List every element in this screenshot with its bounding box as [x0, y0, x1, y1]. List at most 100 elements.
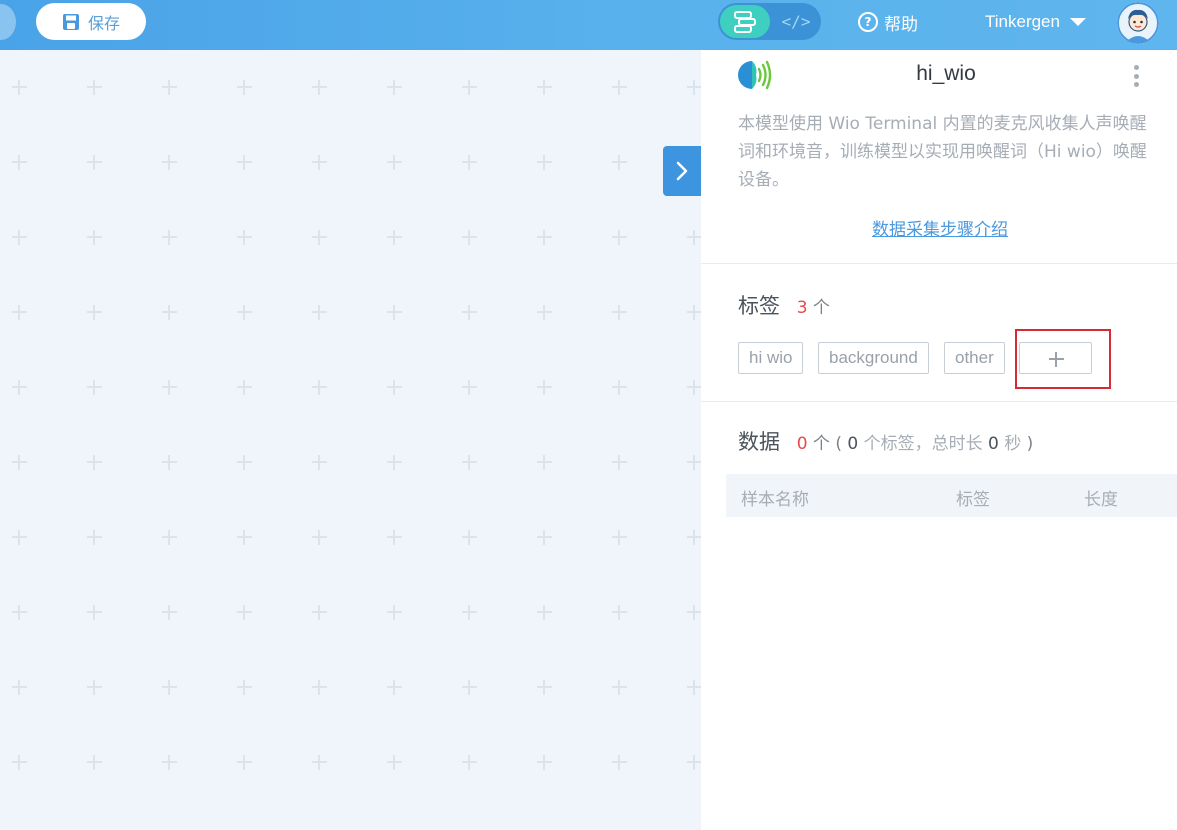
data-table-header: 样本名称 标签 长度	[726, 474, 1177, 517]
data-title-text: 数据	[738, 430, 780, 454]
tag-other[interactable]: other	[944, 342, 1005, 374]
labels-section-title: 标签 3 个	[738, 290, 830, 320]
grid-plus-mark	[162, 530, 177, 545]
grid-plus-mark	[162, 755, 177, 770]
grid-plus-mark	[612, 380, 627, 395]
grid-plus-mark	[312, 380, 327, 395]
grid-plus-mark	[312, 605, 327, 620]
label-count-text: 个标签，总时长	[863, 434, 983, 454]
data-section-title: 数据 0 个 ( 0 个标签，总时长 0 秒 )	[738, 426, 1033, 456]
data-collection-guide-link[interactable]: 数据采集步骤介绍	[872, 215, 1008, 240]
grid-plus-mark	[537, 380, 552, 395]
grid-plus-mark	[687, 455, 701, 470]
save-label: 保存	[87, 13, 120, 33]
grid-plus-mark	[687, 605, 701, 620]
grid-plus-mark	[537, 155, 552, 170]
user-menu[interactable]: Tinkergen	[985, 10, 1086, 34]
column-length[interactable]: 长度	[1084, 485, 1118, 510]
grid-plus-mark	[462, 380, 477, 395]
grid-plus-mark	[162, 155, 177, 170]
label-count: 0	[847, 434, 859, 454]
grid-plus-mark	[537, 80, 552, 95]
grid-plus-mark	[12, 305, 27, 320]
grid-plus-mark	[612, 455, 627, 470]
grid-plus-mark	[687, 305, 701, 320]
column-label[interactable]: 标签	[956, 485, 990, 510]
sound-wave-icon	[738, 60, 772, 90]
grid-plus-mark	[87, 155, 102, 170]
tag-hi-wio[interactable]: hi wio	[738, 342, 804, 374]
avatar[interactable]	[1117, 2, 1159, 44]
grid-plus-mark	[237, 455, 252, 470]
grid-plus-mark	[612, 680, 627, 695]
grid-plus-mark	[387, 230, 402, 245]
grid-plus-mark	[537, 605, 552, 620]
grid-plus-mark	[312, 155, 327, 170]
grid-plus-mark	[12, 155, 27, 170]
grid-plus-mark	[162, 305, 177, 320]
grid-plus-mark	[387, 530, 402, 545]
grid-plus-mark	[162, 380, 177, 395]
grid-plus-mark	[687, 230, 701, 245]
chevron-right-icon	[676, 161, 688, 181]
grid-plus-mark	[537, 755, 552, 770]
mode-toggle[interactable]: </>	[718, 3, 821, 40]
grid-plus-mark	[312, 455, 327, 470]
grid-plus-mark	[462, 680, 477, 695]
grid-plus-mark	[237, 605, 252, 620]
save-icon	[62, 13, 79, 30]
menu-button[interactable]	[0, 4, 16, 40]
grid-plus-mark	[87, 80, 102, 95]
grid-plus-mark	[537, 455, 552, 470]
blocks-canvas[interactable]	[0, 50, 701, 830]
grid-plus-mark	[462, 455, 477, 470]
column-sample-name[interactable]: 样本名称	[741, 485, 809, 510]
more-options-icon[interactable]	[1132, 65, 1140, 87]
grid-plus-mark	[237, 230, 252, 245]
help-button[interactable]: ? 帮助	[858, 10, 918, 35]
blocks-mode-button[interactable]	[720, 5, 770, 38]
grid-plus-mark	[612, 80, 627, 95]
code-mode-button[interactable]: </>	[774, 5, 818, 38]
help-label: 帮助	[884, 14, 918, 35]
labels-count-unit: 个	[812, 298, 830, 318]
collapse-panel-button[interactable]	[663, 146, 701, 196]
grid-plus-mark	[612, 530, 627, 545]
grid-plus-mark	[237, 155, 252, 170]
grid-plus-mark	[87, 530, 102, 545]
grid-plus-mark	[687, 680, 701, 695]
grid-plus-mark	[237, 380, 252, 395]
grid-plus-mark	[12, 380, 27, 395]
labels-count: 3	[796, 298, 808, 318]
grid-plus-mark	[87, 680, 102, 695]
grid-plus-mark	[612, 155, 627, 170]
tag-background[interactable]: background	[818, 342, 929, 374]
paren-open: (	[835, 434, 842, 454]
question-icon: ?	[858, 12, 878, 32]
save-button[interactable]: 保存	[36, 3, 146, 40]
grid-plus-mark	[387, 155, 402, 170]
grid-plus-mark	[612, 755, 627, 770]
grid-plus-mark	[312, 755, 327, 770]
grid-plus-mark	[612, 230, 627, 245]
grid-plus-mark	[387, 305, 402, 320]
grid-plus-mark	[162, 680, 177, 695]
grid-plus-mark	[162, 230, 177, 245]
model-description: 本模型使用 Wio Terminal 内置的麦克风收集人声唤醒词和环境音，训练模…	[738, 114, 1147, 190]
grid-plus-mark	[462, 755, 477, 770]
grid-plus-mark	[237, 305, 252, 320]
grid-plus-mark	[312, 305, 327, 320]
grid-plus-mark	[387, 455, 402, 470]
grid-plus-mark	[387, 755, 402, 770]
duration-unit: 秒	[1004, 434, 1022, 454]
grid-plus-mark	[462, 605, 477, 620]
grid-plus-mark	[387, 605, 402, 620]
grid-plus-mark	[237, 530, 252, 545]
grid-plus-mark	[537, 680, 552, 695]
grid-plus-mark	[537, 530, 552, 545]
grid-plus-mark	[687, 80, 701, 95]
grid-plus-mark	[87, 755, 102, 770]
grid-plus-mark	[12, 530, 27, 545]
grid-plus-mark	[12, 230, 27, 245]
grid-plus-mark	[312, 80, 327, 95]
